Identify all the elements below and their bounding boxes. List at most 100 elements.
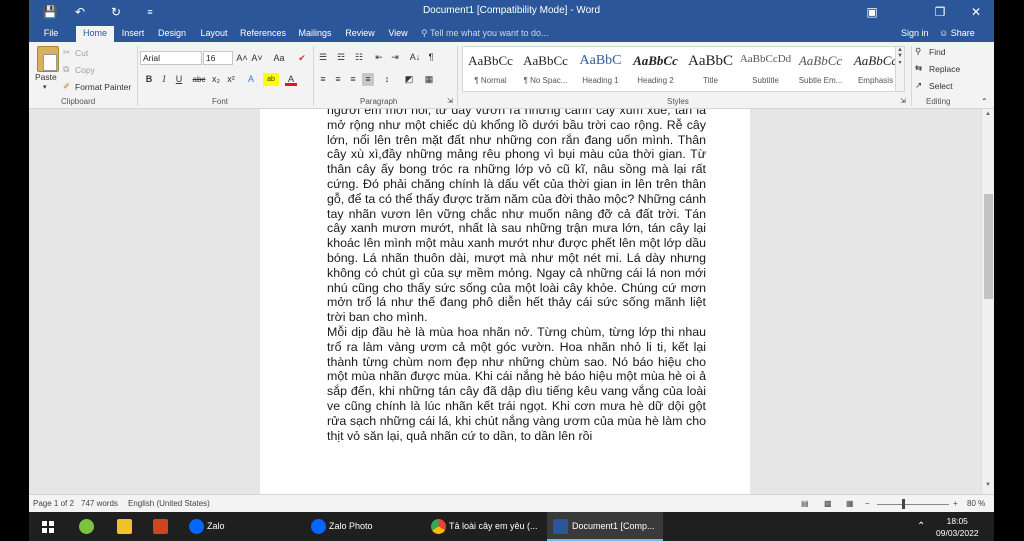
justify-icon[interactable]: ≡ [362, 73, 374, 86]
tab-view[interactable]: View [384, 26, 412, 42]
style-name: Subtle Em... [798, 76, 843, 85]
word-count[interactable]: 747 words [81, 499, 118, 508]
highlight-color-icon[interactable]: ab [263, 73, 279, 86]
style-title[interactable]: AaBbC Title [683, 47, 738, 91]
borders-icon[interactable]: ▦ [423, 73, 435, 86]
replace-button[interactable]: Replace [929, 64, 960, 74]
style-subtle-emphasis[interactable]: AaBbCc Subtle Em... [793, 47, 848, 91]
change-case-icon[interactable]: Aa [270, 52, 288, 65]
tab-mailings[interactable]: Mailings [295, 26, 335, 42]
text-effects-icon[interactable]: A [245, 73, 257, 86]
superscript-button[interactable]: x² [225, 73, 237, 86]
scissors-icon: ✂ [63, 47, 71, 57]
style-subtitle[interactable]: AaBbCcDd Subtitle [738, 47, 793, 91]
grow-font-icon[interactable]: A˄ [236, 52, 248, 65]
tab-references[interactable]: References [239, 26, 287, 42]
paragraph-dialog-launcher-icon[interactable]: ⇲ [447, 97, 453, 105]
tab-home[interactable]: Home [76, 26, 114, 42]
paste-button[interactable]: Paste [35, 72, 57, 82]
zoom-out-button[interactable]: − [865, 499, 870, 508]
word-icon [553, 519, 568, 534]
taskbar-word[interactable]: Document1 [Comp... [547, 512, 663, 541]
increase-indent-icon[interactable]: ⇥ [389, 51, 401, 64]
zoom-in-button[interactable]: + [953, 499, 958, 508]
select-button[interactable]: Select [929, 81, 953, 91]
tab-design[interactable]: Design [155, 26, 189, 42]
taskbar-chrome[interactable]: Tả loài cây em yêu (... [427, 512, 543, 541]
show-hidden-icons-icon[interactable]: ⌃ [917, 512, 931, 541]
taskbar-app-green[interactable] [75, 512, 99, 541]
page-count[interactable]: Page 1 of 2 [33, 499, 74, 508]
styles-dialog-launcher-icon[interactable]: ⇲ [900, 97, 906, 105]
bold-button[interactable]: B [143, 73, 155, 86]
restore-button[interactable]: ❐ [924, 2, 956, 22]
style-sample: AaBbC [579, 53, 622, 68]
italic-button[interactable]: I [158, 73, 170, 86]
shrink-font-icon[interactable]: A˅ [251, 52, 263, 65]
paragraph[interactable]: người em mới nói, từ đây vươn ra những c… [327, 109, 706, 325]
select-icon: ↗ [915, 80, 923, 90]
document-body[interactable]: người em mới nói, từ đây vươn ra những c… [327, 109, 706, 443]
subscript-button[interactable]: x₂ [210, 73, 222, 86]
style-heading-1[interactable]: AaBbC Heading 1 [573, 47, 628, 91]
align-center-icon[interactable]: ≡ [332, 73, 344, 86]
zoom-slider[interactable] [877, 504, 949, 505]
clear-formatting-icon[interactable]: ✔ [296, 52, 308, 65]
decrease-indent-icon[interactable]: ⇤ [373, 51, 385, 64]
print-layout-icon[interactable]: ▩ [824, 499, 832, 508]
align-right-icon[interactable]: ≡ [347, 73, 359, 86]
strikethrough-button[interactable]: abc [191, 73, 207, 86]
scroll-down-icon[interactable]: ▼ [982, 482, 994, 492]
underline-button[interactable]: U [173, 73, 185, 86]
numbering-icon[interactable]: ☲ [335, 51, 347, 64]
close-button[interactable]: ✕ [960, 2, 992, 22]
scrollbar-thumb[interactable] [984, 194, 993, 299]
replace-icon: ⇆ [915, 63, 923, 73]
style-no-spacing[interactable]: AaBbCc ¶ No Spac... [518, 47, 573, 91]
tab-insert[interactable]: Insert [117, 26, 149, 42]
taskbar-zalo[interactable]: Zalo [185, 512, 295, 541]
style-normal[interactable]: AaBbCc ¶ Normal [463, 47, 518, 91]
taskbar-file-explorer[interactable] [113, 512, 137, 541]
tab-review[interactable]: Review [343, 26, 377, 42]
format-painter-button[interactable]: Format Painter [75, 82, 131, 92]
paste-dropdown-icon[interactable]: ▾ [43, 83, 47, 91]
document-page[interactable]: người em mới nói, từ đây vươn ra những c… [260, 109, 750, 494]
bullets-icon[interactable]: ☰ [317, 51, 329, 64]
shading-icon[interactable]: ◩ [403, 73, 415, 86]
scroll-up-icon[interactable]: ▲ [982, 111, 994, 121]
system-clock[interactable]: 18:05 09/03/2022 [936, 515, 979, 539]
paste-icon[interactable] [37, 46, 59, 72]
read-mode-icon[interactable]: ▤ [801, 499, 809, 508]
language-indicator[interactable]: English (United States) [128, 499, 210, 508]
font-name-combo[interactable]: Arial [140, 51, 202, 65]
tell-me-search[interactable]: ⚲ Tell me what you want to do... [421, 26, 549, 42]
taskbar-zalo-photo[interactable]: Zalo Photo [307, 512, 421, 541]
styles-gallery-scrollbar[interactable]: ▲ ▼ ▾ [895, 46, 905, 92]
cut-button[interactable]: Cut [75, 48, 88, 58]
ribbon-display-options-button[interactable]: ▣ [856, 2, 888, 22]
show-formatting-marks-icon[interactable]: ¶ [425, 51, 437, 64]
web-layout-icon[interactable]: ▦ [846, 499, 854, 508]
multilevel-list-icon[interactable]: ☷ [353, 51, 365, 64]
find-button[interactable]: Find [929, 47, 946, 57]
tab-file[interactable]: File [35, 26, 67, 42]
sign-in-link[interactable]: Sign in [901, 26, 929, 41]
share-button[interactable]: ☺ Share [939, 26, 975, 41]
start-button[interactable] [33, 512, 63, 541]
zoom-level[interactable]: 80 % [967, 499, 985, 508]
sort-icon[interactable]: A↓ [407, 51, 423, 64]
screen-border-right [994, 0, 1024, 541]
zoom-slider-thumb[interactable] [902, 499, 905, 509]
line-spacing-icon[interactable]: ↕ [381, 73, 393, 86]
copy-button[interactable]: Copy [75, 65, 95, 75]
vertical-scrollbar[interactable]: ▲ ▼ [981, 109, 994, 494]
font-color-icon[interactable]: A [285, 73, 297, 86]
font-size-combo[interactable]: 16 [203, 51, 233, 65]
tab-layout[interactable]: Layout [197, 26, 231, 42]
style-heading-2[interactable]: AaBbCc Heading 2 [628, 47, 683, 91]
paragraph[interactable]: Mỗi dịp đầu hè là mùa hoa nhãn nở. Từng … [327, 325, 706, 443]
align-left-icon[interactable]: ≡ [317, 73, 329, 86]
collapse-ribbon-icon[interactable]: ⌃ [981, 97, 988, 106]
taskbar-powerpoint[interactable] [149, 512, 173, 541]
